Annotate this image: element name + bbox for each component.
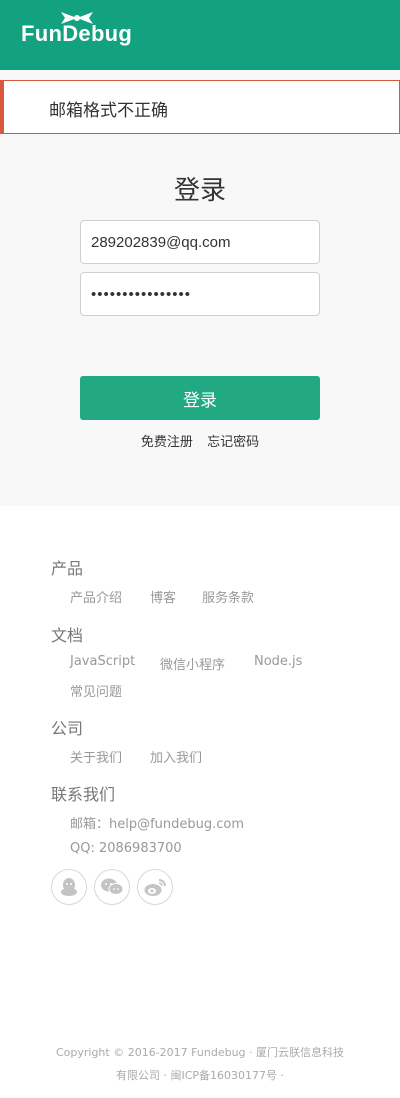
copyright-line-1: Copyright © 2016-2017 Fundebug · 厦门云朕信息科…	[55, 1046, 345, 1059]
alert-message: 邮箱格式不正确	[49, 101, 168, 121]
footer-link-nodejs[interactable]: Node.js	[254, 654, 302, 669]
footer-link-about[interactable]: 关于我们	[70, 747, 122, 766]
footer-contact-qq: QQ: 2086983700	[70, 841, 182, 856]
copyright-line-2: 有限公司 · 闽ICP备16030177号 ·	[115, 1069, 285, 1082]
wechat-icon[interactable]	[94, 869, 130, 905]
footer-link-miniprogram[interactable]: 微信小程序	[160, 654, 225, 673]
logo[interactable]: FunDebug	[21, 12, 133, 50]
weibo-icon[interactable]	[137, 869, 173, 905]
forgot-password-link[interactable]: 忘记密码	[207, 435, 259, 450]
page-title: 登录	[173, 176, 226, 206]
footer-link-product-intro[interactable]: 产品介绍	[70, 587, 122, 606]
header: FunDebug	[0, 0, 400, 70]
password-field[interactable]	[80, 272, 320, 316]
footer-contact-email[interactable]: 邮箱：help@fundebug.com	[70, 813, 244, 832]
footer-link-javascript[interactable]: JavaScript	[70, 654, 135, 669]
footer-heading-company: 公司	[51, 719, 84, 738]
bow-icon	[61, 12, 93, 24]
logo-text: FunDebug	[21, 21, 133, 46]
footer-link-blog[interactable]: 博客	[150, 587, 176, 606]
footer-heading-docs: 文档	[51, 626, 84, 645]
footer-link-terms[interactable]: 服务条款	[202, 587, 254, 606]
login-button[interactable]: 登录	[80, 376, 320, 420]
email-field[interactable]	[80, 220, 320, 264]
error-alert: 邮箱格式不正确	[0, 80, 400, 134]
qq-glyph	[61, 878, 77, 896]
qq-icon[interactable]	[51, 869, 87, 905]
weibo-glyph	[144, 879, 166, 896]
signup-link[interactable]: 免费注册	[141, 435, 193, 450]
footer-heading-product: 产品	[51, 559, 84, 578]
footer-link-join[interactable]: 加入我们	[150, 747, 202, 766]
footer-link-faq[interactable]: 常见问题	[70, 681, 122, 700]
wechat-glyph	[101, 878, 124, 895]
footer-heading-contact: 联系我们	[51, 785, 116, 804]
auth-links: 免费注册 忘记密码	[0, 431, 400, 450]
